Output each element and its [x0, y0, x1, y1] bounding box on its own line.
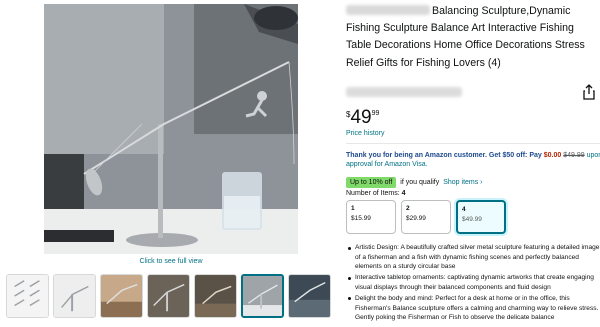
promo-old-price: $49.99 — [563, 152, 585, 159]
product-title: Balancing Sculpture,Dynamic Fishing Scul… — [346, 5, 585, 69]
product-details: Balancing Sculpture,Dynamic Fishing Scul… — [346, 0, 600, 321]
price-history-link[interactable]: Price history — [346, 130, 385, 137]
quantity-label: Number of Items: 4 — [346, 190, 406, 197]
quantity-option-2[interactable]: 2 $29.99 — [401, 200, 451, 234]
feature-bullet: Delight the body and mind: Perfect for a… — [346, 294, 600, 323]
quantity-options: 1 $15.99 2 $29.99 4 $49.99 — [346, 200, 506, 234]
thumbnail[interactable] — [100, 274, 143, 318]
feature-bullet: Artistic Design: A beautifully crafted s… — [346, 243, 600, 272]
qualify-text: if you qualify — [400, 179, 440, 186]
discount-badge: Up to 10% off — [346, 177, 397, 188]
feature-bullets: Artistic Design: A beautifully crafted s… — [346, 243, 600, 324]
main-product-image[interactable] — [44, 4, 298, 254]
quantity-option-1[interactable]: 1 $15.99 — [346, 200, 396, 234]
thumbnail[interactable] — [288, 274, 331, 318]
price: $ 49 99 — [346, 108, 379, 128]
see-full-view-link[interactable]: Click to see full view — [44, 258, 298, 265]
thumbnail[interactable] — [6, 274, 49, 318]
price-whole: 49 — [350, 107, 372, 128]
thumbnail-selected[interactable] — [241, 274, 284, 318]
discount-row: Up to 10% off if you qualify Shop items … — [346, 177, 483, 188]
thumbnail-strip — [6, 274, 331, 318]
quantity-option-4[interactable]: 4 $49.99 — [456, 200, 506, 234]
quantity-selected: 4 — [401, 190, 406, 197]
shop-items-link[interactable]: Shop items › — [443, 179, 482, 186]
promo-text-tail[interactable]: upon — [587, 152, 600, 159]
thumbnail[interactable] — [194, 274, 237, 318]
promo-text[interactable]: Thank you for being an Amazon customer. … — [346, 152, 542, 159]
share-icon[interactable] — [582, 84, 596, 100]
thumbnail[interactable] — [53, 274, 96, 318]
feature-bullet: Interactive tabletop ornaments: captivat… — [346, 273, 600, 292]
card-promo: Thank you for being an Amazon customer. … — [346, 151, 600, 161]
redacted-store-link — [346, 87, 462, 97]
divider — [346, 143, 600, 144]
price-fraction: 99 — [371, 110, 380, 117]
redacted-brand — [346, 5, 430, 15]
promo-new-price: $0.00 — [543, 152, 562, 159]
thumbnail[interactable] — [147, 274, 190, 318]
promo-line2[interactable]: approval for Amazon Visa. — [346, 161, 428, 168]
